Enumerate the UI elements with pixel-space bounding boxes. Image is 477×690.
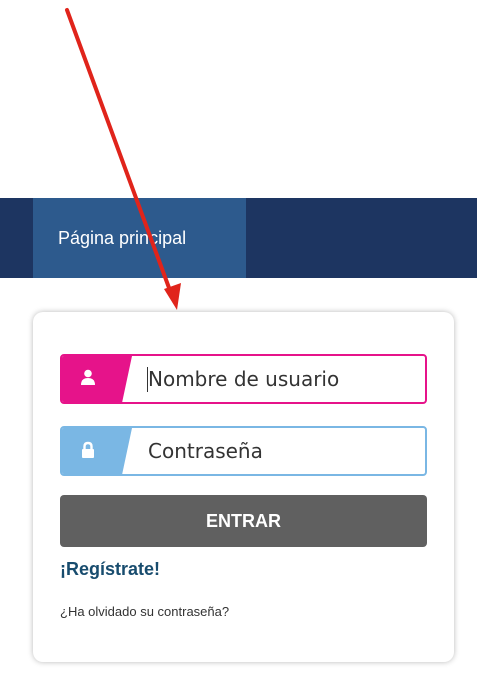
nav-tab-home[interactable]: Página principal [33,198,246,278]
password-field[interactable] [60,426,427,476]
login-card: ENTRAR ¡Regístrate! ¿Ha olvidado su cont… [33,312,454,662]
text-cursor [147,367,148,392]
login-button[interactable]: ENTRAR [60,495,427,547]
register-link[interactable]: ¡Regístrate! [60,559,160,580]
username-tag [62,356,132,402]
password-input[interactable] [148,428,418,474]
lock-icon [82,441,94,458]
user-icon [81,369,95,385]
username-field[interactable] [60,354,427,404]
forgot-password-link[interactable]: ¿Ha olvidado su contraseña? [60,604,229,619]
username-input[interactable] [148,356,418,402]
top-navbar: Página principal [0,198,477,278]
password-tag [62,428,132,474]
